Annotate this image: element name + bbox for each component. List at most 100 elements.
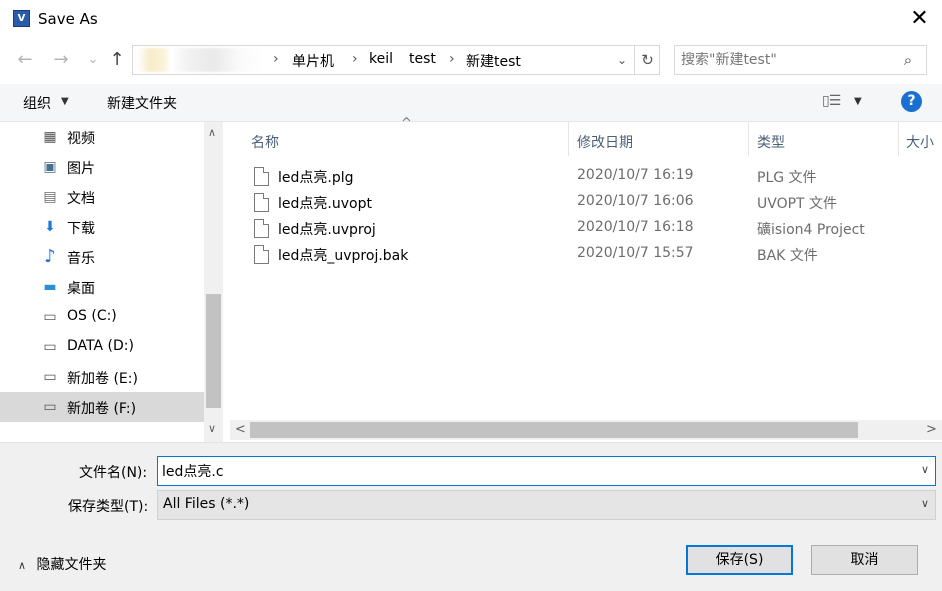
title-bar: V Save As ✕: [0, 0, 942, 38]
breadcrumb-item[interactable]: keil: [369, 51, 393, 67]
filetype-select[interactable]: All Files (*.*) ∨: [157, 490, 936, 520]
column-header-type[interactable]: 类型: [757, 132, 785, 152]
drive-icon: ▭: [43, 339, 57, 355]
file-list-hscrollbar[interactable]: < >: [230, 420, 942, 440]
sidebar-item-label: 图片: [67, 161, 95, 177]
close-button[interactable]: ✕: [897, 0, 942, 38]
sidebar-item-documents[interactable]: ▤ 文档: [0, 182, 204, 212]
sidebar-item-label: 桌面: [67, 281, 95, 297]
desktop-icon: ▬: [43, 279, 57, 295]
drive-icon: ▭: [43, 399, 57, 415]
filetype-value: All Files (*.*): [163, 496, 250, 512]
sort-indicator-icon: ^: [401, 116, 412, 131]
address-dropdown-icon[interactable]: ⌄: [611, 50, 633, 70]
file-name: led点亮.uvopt: [278, 196, 372, 212]
organize-button[interactable]: 组织: [23, 93, 51, 113]
sidebar-item-downloads[interactable]: ⬇ 下载: [0, 212, 204, 242]
toolbar: 组织 ▼ 新建文件夹 ▯☰ ▼ ?: [0, 84, 942, 122]
file-icon: [254, 219, 269, 238]
file-name: led点亮.plg: [278, 170, 354, 186]
music-icon: ♪: [44, 246, 56, 267]
file-row[interactable]: led点亮.uvproj 2020/10/7 16:18 礦ision4 Pro…: [250, 216, 930, 242]
up-button[interactable]: ↑: [104, 46, 130, 74]
hide-folders-toggle[interactable]: ∧ 隐藏文件夹: [18, 554, 107, 574]
back-button[interactable]: ←: [12, 46, 38, 74]
view-options-icon[interactable]: ▯☰: [822, 93, 841, 109]
sidebar-item-drive-f[interactable]: ▭ 新加卷 (F:): [0, 392, 204, 422]
video-icon: ▦: [43, 129, 57, 145]
navigation-scrollbar[interactable]: ∧ ∨: [204, 122, 223, 442]
file-date: 2020/10/7 15:57: [577, 245, 694, 261]
scrollbar-thumb[interactable]: [250, 422, 858, 438]
filename-input[interactable]: [162, 461, 902, 481]
file-row[interactable]: led点亮.plg 2020/10/7 16:19 PLG 文件: [250, 164, 930, 190]
breadcrumb-item[interactable]: 新建test: [466, 51, 521, 71]
sidebar-item-label: DATA (D:): [67, 338, 134, 354]
filename-label: 文件名(N):: [79, 465, 148, 481]
sidebar-item-label: 新加卷 (F:): [67, 401, 137, 417]
file-list: ^ 名称 修改日期 类型 大小 led点亮.plg 2020/10/7 16:1…: [230, 116, 942, 420]
search-box[interactable]: ⌕: [674, 45, 927, 75]
forward-button[interactable]: →: [48, 46, 74, 74]
help-icon[interactable]: ?: [901, 91, 922, 112]
sidebar-item-drive-c[interactable]: ▭ OS (C:): [0, 302, 204, 332]
column-divider[interactable]: [568, 122, 569, 156]
file-date: 2020/10/7 16:19: [577, 167, 694, 183]
column-header-size[interactable]: 大小: [906, 132, 934, 152]
refresh-icon[interactable]: ↻: [634, 46, 660, 74]
file-type: PLG 文件: [757, 170, 817, 186]
file-date: 2020/10/7 16:18: [577, 219, 694, 235]
drive-icon: ▭: [43, 369, 57, 385]
save-button[interactable]: 保存(S): [686, 545, 793, 575]
window-title: Save As: [38, 10, 98, 28]
sidebar-item-pictures[interactable]: ▣ 图片: [0, 152, 204, 182]
sidebar-item-videos[interactable]: ▦ 视频: [0, 122, 204, 152]
cancel-button[interactable]: 取消: [811, 545, 918, 575]
chevron-up-icon: ∧: [18, 559, 27, 572]
scroll-up-icon[interactable]: ∧: [208, 126, 216, 139]
sidebar-item-drive-d[interactable]: ▭ DATA (D:): [0, 332, 204, 362]
breadcrumb-separator: ›: [352, 51, 358, 67]
column-divider[interactable]: [748, 122, 749, 156]
new-folder-button[interactable]: 新建文件夹: [107, 93, 177, 113]
file-row[interactable]: led点亮_uvproj.bak 2020/10/7 15:57 BAK 文件: [250, 242, 930, 268]
breadcrumb-separator: ›: [273, 51, 279, 67]
sidebar-item-label: 文档: [67, 191, 95, 207]
chevron-down-icon[interactable]: ▼: [61, 96, 69, 107]
document-icon: ▤: [43, 189, 57, 205]
breadcrumb-item[interactable]: test: [409, 51, 436, 67]
column-header-date[interactable]: 修改日期: [577, 132, 633, 152]
scroll-down-icon[interactable]: ∨: [208, 422, 216, 435]
file-type: 礦ision4 Project: [757, 222, 865, 238]
sidebar-item-label: 视频: [67, 131, 95, 147]
scroll-left-icon[interactable]: <: [235, 422, 246, 437]
file-name: led点亮.uvproj: [278, 222, 376, 238]
address-bar[interactable]: › 单片机 › keil test › 新建test ⌄ ↻: [132, 45, 660, 75]
chevron-down-icon[interactable]: ▼: [854, 96, 862, 107]
sidebar-item-label: 下载: [67, 221, 95, 237]
app-icon: V: [13, 10, 30, 27]
breadcrumb-item[interactable]: 单片机: [292, 51, 334, 71]
column-header-name[interactable]: 名称: [251, 132, 279, 152]
sidebar-item-drive-e[interactable]: ▭ 新加卷 (E:): [0, 362, 204, 392]
chevron-down-icon[interactable]: ∨: [921, 497, 929, 510]
sidebar-item-music[interactable]: ♪ 音乐: [0, 242, 204, 272]
hide-folders-label: 隐藏文件夹: [36, 557, 107, 573]
picture-icon: ▣: [43, 159, 57, 175]
chevron-down-icon[interactable]: ∨: [921, 463, 929, 476]
filename-combobox[interactable]: ∨: [157, 456, 936, 486]
sidebar-item-label: OS (C:): [67, 308, 117, 324]
file-row[interactable]: led点亮.uvopt 2020/10/7 16:06 UVOPT 文件: [250, 190, 930, 216]
sidebar-item-desktop[interactable]: ▬ 桌面: [0, 272, 204, 302]
navigation-pane: ▦ 视频 ▣ 图片 ▤ 文档 ⬇ 下载 ♪ 音乐 ▬ 桌面 ▭ OS (C:) …: [0, 122, 228, 442]
search-icon[interactable]: ⌕: [897, 49, 919, 71]
filetype-label: 保存类型(T):: [68, 499, 149, 515]
sidebar-item-label: 新加卷 (E:): [67, 371, 138, 387]
file-icon: [254, 167, 269, 186]
recent-locations-button[interactable]: ⌄: [80, 46, 106, 74]
column-divider[interactable]: [898, 122, 899, 156]
file-type: UVOPT 文件: [757, 196, 838, 212]
scrollbar-thumb[interactable]: [206, 294, 221, 408]
search-input[interactable]: [681, 49, 891, 71]
scroll-right-icon[interactable]: >: [926, 422, 937, 437]
